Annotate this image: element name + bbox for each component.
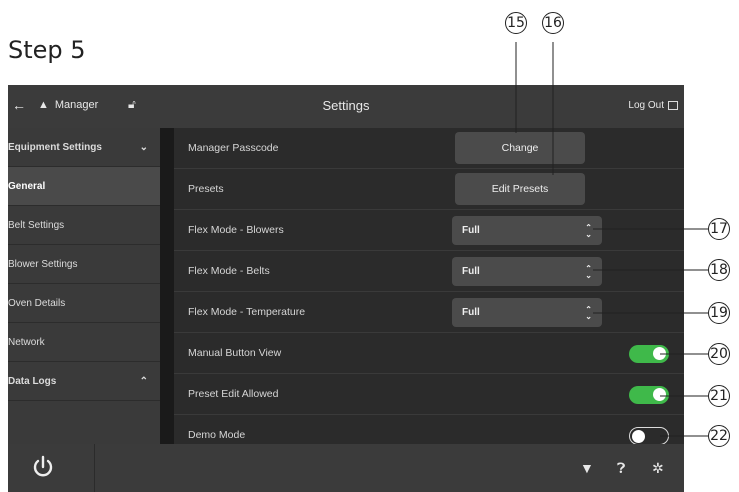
callout-lines: [515, 42, 708, 437]
callout-22: 22: [708, 425, 730, 447]
callout-20: 20: [708, 343, 730, 365]
callout-15: 15: [505, 12, 527, 34]
callout-18: 18: [708, 259, 730, 281]
callout-21: 21: [708, 385, 730, 407]
callout-19: 19: [708, 302, 730, 324]
callout-17: 17: [708, 218, 730, 240]
callout-16: 16: [542, 12, 564, 34]
